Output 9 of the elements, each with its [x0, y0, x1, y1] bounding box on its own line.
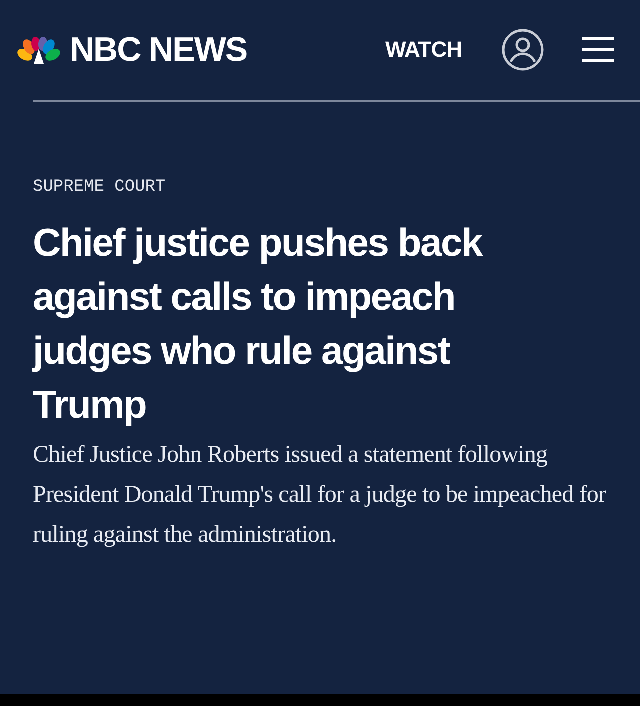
menu-icon[interactable]	[582, 37, 614, 63]
watch-link[interactable]: WATCH	[385, 37, 462, 63]
category-label[interactable]: SUPREME COURT	[33, 178, 607, 197]
peacock-logo-icon	[16, 35, 62, 65]
logo-text: NBC NEWS	[70, 30, 248, 70]
nbc-news-logo[interactable]: NBC NEWS	[16, 30, 248, 70]
headline[interactable]: Chief justice pushes back against calls to impeach judges who rule against Trump	[33, 217, 553, 433]
article-summary: Chief Justice John Roberts issued a statement following President Donald Trump's call for a judge to be impeached for ruling against the administration.	[33, 441, 607, 550]
account-icon[interactable]	[502, 29, 544, 71]
